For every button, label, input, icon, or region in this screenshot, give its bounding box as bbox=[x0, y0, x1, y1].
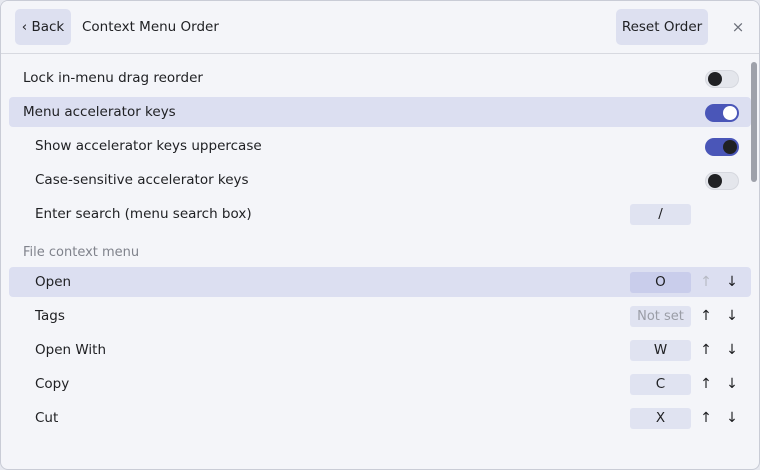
context-menu-order-window: ‹ Back Context Menu Order Reset Order × … bbox=[0, 0, 760, 470]
scrollbar-thumb[interactable] bbox=[751, 62, 757, 182]
toggle-knob bbox=[723, 140, 737, 154]
setting-case-sensitive-accelerator: Case-sensitive accelerator keys bbox=[9, 165, 751, 195]
move-up-icon[interactable]: ↑ bbox=[698, 403, 714, 433]
move-up-icon: ↑ bbox=[700, 274, 712, 290]
menu-accelerator-keys-toggle[interactable] bbox=[705, 104, 739, 122]
move-down-icon[interactable]: ↓ bbox=[724, 335, 740, 365]
menu-item-label: Tags bbox=[35, 308, 65, 324]
show-uppercase-toggle[interactable] bbox=[705, 138, 739, 156]
setting-enter-search: Enter search (menu search box) / bbox=[9, 199, 751, 229]
menu-item-row[interactable]: Open O ↑ ↓ bbox=[9, 267, 751, 297]
move-down-icon[interactable]: ↓ bbox=[724, 403, 740, 433]
accelerator-key-field[interactable]: X bbox=[630, 408, 691, 429]
settings-list: Lock in-menu drag reorder Menu accelerat… bbox=[1, 54, 759, 469]
accelerator-key-field[interactable]: C bbox=[630, 374, 691, 395]
setting-label: Lock in-menu drag reorder bbox=[23, 70, 203, 86]
move-up-icon[interactable]: ↑ bbox=[698, 335, 714, 365]
setting-menu-accelerator-keys: Menu accelerator keys bbox=[9, 97, 751, 127]
move-down-icon[interactable]: ↓ bbox=[724, 301, 740, 331]
menu-item-label: Open With bbox=[35, 342, 107, 358]
move-up-icon[interactable]: ↑ bbox=[698, 301, 714, 331]
close-icon[interactable]: × bbox=[728, 16, 748, 38]
menu-item-label: Cut bbox=[35, 410, 59, 426]
lock-drag-reorder-toggle[interactable] bbox=[705, 70, 739, 88]
menu-item-row[interactable]: Tags Not set ↑ ↓ bbox=[9, 301, 751, 331]
toggle-knob bbox=[708, 174, 722, 188]
move-down-icon[interactable]: ↓ bbox=[724, 369, 740, 399]
menu-item-row[interactable]: Cut X ↑ ↓ bbox=[9, 403, 751, 433]
page-title: Context Menu Order bbox=[82, 19, 219, 35]
menu-item-label: Copy bbox=[35, 376, 70, 392]
move-up-icon[interactable]: ↑ bbox=[698, 369, 714, 399]
case-sensitive-toggle[interactable] bbox=[705, 172, 739, 190]
setting-label: Menu accelerator keys bbox=[23, 104, 176, 120]
menu-item-row[interactable]: Copy C ↑ ↓ bbox=[9, 369, 751, 399]
menu-item-row[interactable]: Open With W ↑ ↓ bbox=[9, 335, 751, 365]
setting-label: Enter search (menu search box) bbox=[35, 206, 252, 222]
setting-lock-drag-reorder: Lock in-menu drag reorder bbox=[9, 63, 751, 93]
back-button[interactable]: ‹ Back bbox=[15, 9, 71, 45]
reset-order-button[interactable]: Reset Order bbox=[616, 9, 708, 45]
move-down-icon[interactable]: ↓ bbox=[724, 267, 740, 297]
accelerator-key-field[interactable]: W bbox=[630, 340, 691, 361]
toggle-knob bbox=[723, 106, 737, 120]
setting-show-accelerator-uppercase: Show accelerator keys uppercase bbox=[9, 131, 751, 161]
setting-label: Case-sensitive accelerator keys bbox=[35, 172, 249, 188]
accelerator-key-field[interactable]: Not set bbox=[630, 306, 691, 327]
search-key-field[interactable]: / bbox=[630, 204, 691, 225]
setting-label: Show accelerator keys uppercase bbox=[35, 138, 262, 154]
header-bar: ‹ Back Context Menu Order Reset Order × bbox=[1, 1, 759, 54]
accelerator-key-field[interactable]: O bbox=[630, 272, 691, 293]
toggle-knob bbox=[708, 72, 722, 86]
section-title: File context menu bbox=[23, 245, 140, 260]
menu-item-label: Open bbox=[35, 274, 72, 290]
